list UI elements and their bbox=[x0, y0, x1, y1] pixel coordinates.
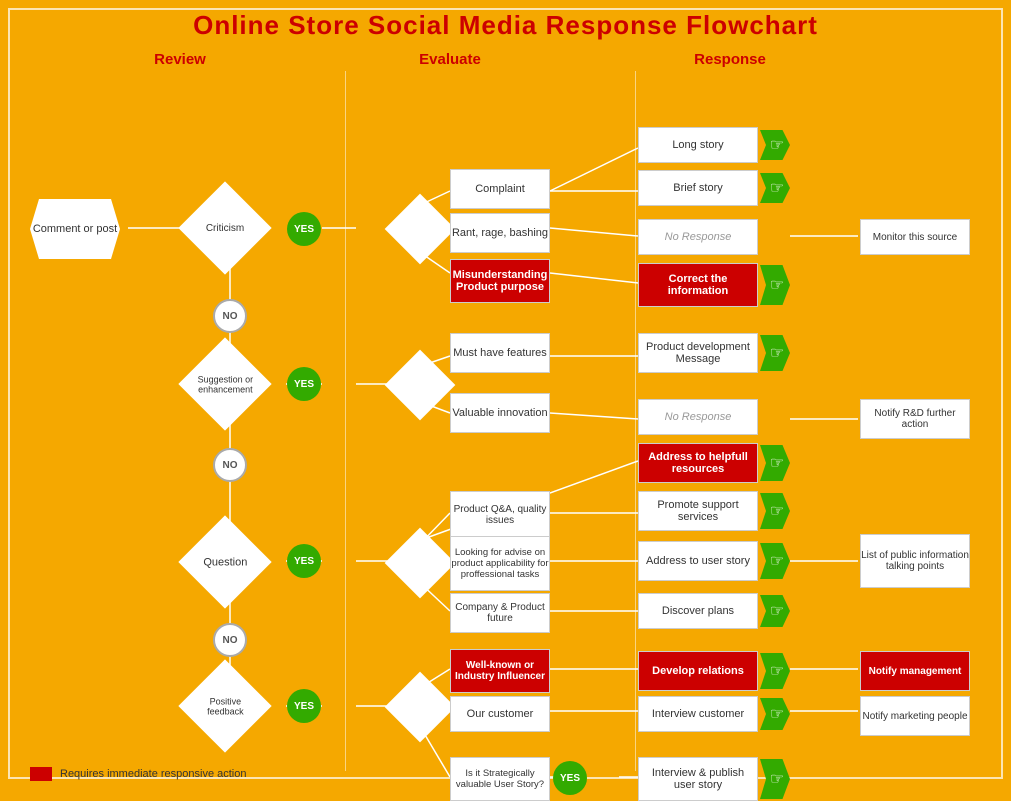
evaluate-diamond-criticism bbox=[390, 203, 450, 255]
no-response-1: No Response bbox=[638, 219, 758, 255]
col-divider-1 bbox=[345, 71, 346, 771]
criticism-no: NO bbox=[213, 299, 247, 333]
rant-node: Rant, rage, bashing bbox=[450, 213, 550, 253]
address-user-response: Address to user story ☞ bbox=[638, 541, 790, 581]
strategically-valuable-node: Is it Strategically valuable User Story? bbox=[450, 757, 550, 801]
interview-publish-response: Interview & publish user story ☞ bbox=[638, 757, 790, 801]
col-header-response: Response bbox=[670, 51, 790, 68]
legend-red-box bbox=[30, 767, 52, 781]
our-customer-node: Our customer bbox=[450, 696, 550, 732]
interview-customer-response: Interview customer ☞ bbox=[638, 696, 790, 732]
long-story-response: Long story ☞ bbox=[638, 127, 790, 163]
notify-marketing-node: Notify marketing people bbox=[860, 696, 970, 736]
comment-or-post-node: Comment or post bbox=[30, 199, 120, 259]
no-response-2: No Response bbox=[638, 399, 758, 435]
evaluate-diamond-positive bbox=[390, 681, 450, 733]
interview-publish-btn[interactable]: ☞ bbox=[760, 759, 790, 799]
correct-info-response: Correct the information ☞ bbox=[638, 263, 790, 307]
product-dev-btn[interactable]: ☞ bbox=[760, 335, 790, 371]
product-dev-response: Product development Message ☞ bbox=[638, 333, 790, 373]
develop-relations-response: Develop relations ☞ bbox=[638, 651, 790, 691]
well-known-node: Well-known or Industry Influencer bbox=[450, 649, 550, 693]
interview-customer-btn[interactable]: ☞ bbox=[760, 698, 790, 730]
suggestion-yes: YES bbox=[287, 367, 321, 401]
notify-rd-node: Notify R&D further action bbox=[860, 399, 970, 439]
suggestion-diamond: Suggestion or enhancement bbox=[185, 349, 265, 419]
positive-feedback-diamond: Positive feedback bbox=[185, 671, 265, 741]
promote-support-response: Promote support services ☞ bbox=[638, 491, 790, 531]
suggestion-no: NO bbox=[213, 448, 247, 482]
brief-story-btn[interactable]: ☞ bbox=[760, 173, 790, 203]
promote-support-btn[interactable]: ☞ bbox=[760, 493, 790, 529]
develop-relations-btn[interactable]: ☞ bbox=[760, 653, 790, 689]
col-header-review: Review bbox=[120, 51, 240, 68]
col-header-evaluate: Evaluate bbox=[390, 51, 510, 68]
evaluate-diamond-question bbox=[390, 537, 450, 589]
page-title: Online Store Social Media Response Flowc… bbox=[0, 0, 1011, 46]
looking-advise-node: Looking for advise on product applicabil… bbox=[450, 536, 550, 591]
criticism-yes: YES bbox=[287, 212, 321, 246]
correct-info-btn[interactable]: ☞ bbox=[760, 265, 790, 305]
misunderstanding-node: Misunderstanding Product purpose bbox=[450, 259, 550, 303]
address-user-btn[interactable]: ☞ bbox=[760, 543, 790, 579]
address-helpful-response: Address to helpfull resources ☞ bbox=[638, 443, 790, 483]
company-product-node: Company & Product future bbox=[450, 593, 550, 633]
criticism-diamond: Criticism bbox=[185, 193, 265, 263]
brief-story-response: Brief story ☞ bbox=[638, 170, 790, 206]
legend-text: Requires immediate responsive action bbox=[60, 768, 246, 780]
long-story-btn[interactable]: ☞ bbox=[760, 130, 790, 160]
main-container: Online Store Social Media Response Flowc… bbox=[0, 0, 1011, 787]
flowchart-area: Review Evaluate Response bbox=[0, 51, 1011, 791]
notify-mgmt-node: Notify management bbox=[860, 651, 970, 691]
product-qa-node: Product Q&A, quality issues bbox=[450, 491, 550, 539]
evaluate-diamond-suggestion bbox=[390, 359, 450, 411]
question-diamond: Question bbox=[185, 527, 265, 597]
legend: Requires immediate responsive action bbox=[30, 767, 246, 781]
valuable-innovation-node: Valuable innovation bbox=[450, 393, 550, 433]
strategic-yes: YES bbox=[553, 761, 587, 795]
list-public-node: List of public information talking point… bbox=[860, 534, 970, 588]
positive-feedback-yes: YES bbox=[287, 689, 321, 723]
complaint-node: Complaint bbox=[450, 169, 550, 209]
discover-plans-response: Discover plans ☞ bbox=[638, 593, 790, 629]
question-no: NO bbox=[213, 623, 247, 657]
discover-plans-btn[interactable]: ☞ bbox=[760, 595, 790, 627]
must-have-node: Must have features bbox=[450, 333, 550, 373]
monitor-source-node: Monitor this source bbox=[860, 219, 970, 255]
question-yes: YES bbox=[287, 544, 321, 578]
col-divider-2 bbox=[635, 71, 636, 771]
address-helpful-btn[interactable]: ☞ bbox=[760, 445, 790, 481]
